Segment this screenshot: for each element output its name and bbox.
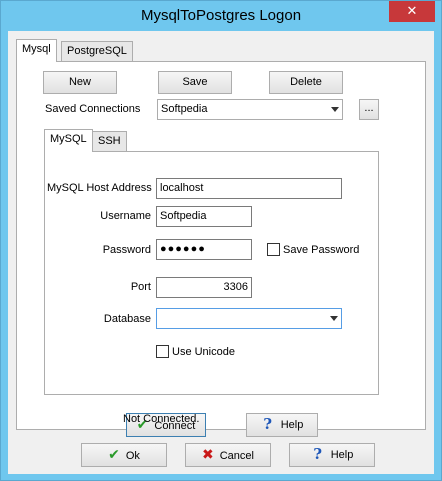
logon-window: MysqlToPostgres Logon ✕ SOFTPEDIA Mysql … xyxy=(0,0,442,481)
username-label: Username xyxy=(100,210,151,222)
help-icon: ? xyxy=(313,445,323,463)
browse-button[interactable]: ... xyxy=(359,99,379,120)
chevron-down-icon xyxy=(331,107,339,112)
connection-status: Not Connected. xyxy=(123,413,200,425)
save-password-label: Save Password xyxy=(283,244,360,256)
help-icon: ? xyxy=(263,415,273,433)
mysql-settings-panel: MySQL Host Address localhost Username So… xyxy=(44,151,379,395)
password-input[interactable]: ●●●●●● xyxy=(156,239,252,260)
host-input[interactable]: localhost xyxy=(156,178,342,199)
saved-connections-select[interactable]: Softpedia xyxy=(157,99,343,120)
password-label: Password xyxy=(102,244,151,256)
cancel-button[interactable]: ✖ Cancel xyxy=(185,443,271,467)
tab-mysql-settings[interactable]: MySQL xyxy=(44,129,93,152)
username-input[interactable]: Softpedia xyxy=(156,206,252,227)
close-icon: ✕ xyxy=(406,3,418,18)
use-unicode-label: Use Unicode xyxy=(172,346,235,358)
new-button[interactable]: New xyxy=(43,71,117,94)
help-button[interactable]: ? Help xyxy=(246,413,318,437)
cancel-icon: ✖ xyxy=(202,446,214,462)
footer-help-button[interactable]: ? Help xyxy=(289,443,375,467)
close-button[interactable]: ✕ xyxy=(389,1,435,22)
footer-help-label: Help xyxy=(330,449,354,461)
use-unicode-checkbox[interactable] xyxy=(156,345,169,358)
port-label: Port xyxy=(130,281,151,293)
tab-ssh[interactable]: SSH xyxy=(92,131,127,152)
window-title: MysqlToPostgres Logon xyxy=(140,7,302,24)
saved-connections-label: Saved Connections xyxy=(45,103,141,115)
ok-button[interactable]: ✔ Ok xyxy=(81,443,167,467)
database-label: Database xyxy=(103,313,151,325)
ok-label: Ok xyxy=(125,450,140,462)
check-icon: ✔ xyxy=(108,446,120,462)
tab-postgresql[interactable]: PostgreSQL xyxy=(61,41,133,62)
host-label: MySQL Host Address xyxy=(47,182,152,194)
tab-mysql[interactable]: Mysql xyxy=(16,39,57,62)
port-input[interactable]: 3306 xyxy=(156,277,252,298)
chevron-down-icon xyxy=(330,316,338,321)
database-select[interactable] xyxy=(156,308,342,329)
help-label: Help xyxy=(280,419,304,431)
cancel-label: Cancel xyxy=(219,450,254,462)
save-password-checkbox[interactable] xyxy=(267,243,280,256)
mysql-tab-panel: New Save Delete Saved Connections Softpe… xyxy=(16,61,426,437)
saved-connections-value: Softpedia xyxy=(161,103,208,115)
window-client: SOFTPEDIA Mysql PostgreSQL New Save Dele… xyxy=(8,31,434,474)
delete-button[interactable]: Delete xyxy=(269,71,343,94)
save-button[interactable]: Save xyxy=(158,71,232,94)
